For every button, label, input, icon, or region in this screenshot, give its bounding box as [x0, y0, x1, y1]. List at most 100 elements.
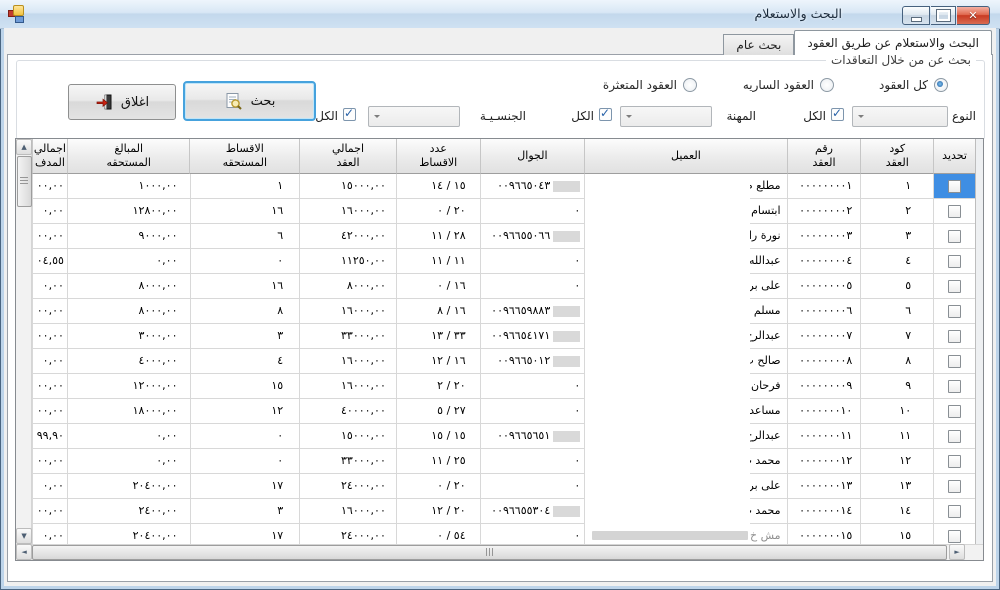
horizontal-scrollbar[interactable]: ◄ ► — [16, 544, 983, 560]
row-checkbox[interactable] — [948, 455, 961, 468]
cell-contract-number: ٠٠٠٠٠٠٠٠٣ — [787, 224, 861, 249]
close-form-button[interactable]: اغلاق — [68, 84, 176, 120]
scroll-right-arrow[interactable]: ► — [949, 544, 965, 560]
row-checkbox[interactable] — [948, 205, 961, 218]
row-checkbox[interactable] — [948, 355, 961, 368]
row-select-cell[interactable] — [933, 524, 975, 544]
cell-mobile: ٠ — [480, 474, 585, 499]
row-select-cell[interactable] — [933, 224, 975, 249]
cell-contract-total: ١٦٠٠٠,٠٠ — [299, 299, 396, 324]
table-row: ١٣ ٠٠٠٠٠٠٠١٣ على بر ٠ ٢٠ / ٠ ٢٤٠٠٠,٠٠ ١٧… — [32, 474, 975, 499]
row-select-cell[interactable] — [933, 499, 975, 524]
tab-general-search[interactable]: بحث عام — [723, 34, 794, 55]
cell-installments-count: ١٦ / ١٢ — [396, 349, 480, 374]
row-checkbox[interactable] — [948, 505, 961, 518]
row-checkbox[interactable] — [948, 330, 961, 343]
cell-contract-code: ١٣ — [860, 474, 933, 499]
cell-due-amounts: ٠,٠٠ — [67, 424, 190, 449]
cell-contract-code: ٢ — [860, 199, 933, 224]
column-header[interactable]: العميل — [584, 139, 786, 174]
column-header[interactable]: كود العقد — [860, 139, 933, 174]
type-combobox[interactable] — [852, 106, 948, 127]
row-select-cell[interactable] — [933, 474, 975, 499]
scroll-up-arrow[interactable]: ▲ — [16, 139, 32, 155]
caption-buttons: ✕ — [902, 6, 990, 25]
row-select-cell[interactable] — [933, 399, 975, 424]
type-all-checkbox[interactable] — [831, 108, 844, 121]
table-row: ١٠ ٠٠٠٠٠٠٠١٠ مساعد ٠ ٢٧ / ٥ ٤٠٠٠٠,٠٠ ١٢ … — [32, 399, 975, 424]
row-checkbox[interactable] — [948, 430, 961, 443]
minimize-button[interactable] — [902, 6, 930, 25]
row-checkbox[interactable] — [948, 255, 961, 268]
table-row: ١٢ ٠٠٠٠٠٠٠١٢ محمد ب ٠ ٢٥ / ١١ ٣٣٠٠٠,٠٠ ٠… — [32, 449, 975, 474]
row-select-cell[interactable] — [933, 299, 975, 324]
row-checkbox[interactable] — [948, 230, 961, 243]
cell-installments-count: ٢٥ / ١١ — [396, 449, 480, 474]
row-checkbox[interactable] — [948, 305, 961, 318]
cell-contract-number: ٠٠٠٠٠٠٠٠٧ — [787, 324, 861, 349]
nationality-combobox[interactable] — [368, 106, 460, 127]
cell-contract-total: ١٦٠٠٠,٠٠ — [299, 349, 396, 374]
tab-strip: البحث والاستعلام عن طريق العقود بحث عام — [723, 30, 992, 55]
row-select-cell[interactable] — [933, 324, 975, 349]
column-header[interactable]: رقم العقد — [787, 139, 861, 174]
radio-defaulted-contracts[interactable]: العقود المتعثرة — [603, 78, 697, 92]
profession-all-checkbox[interactable] — [599, 108, 612, 121]
row-checkbox[interactable] — [948, 405, 961, 418]
cell-contract-code: ٧ — [860, 324, 933, 349]
cell-due-amounts: ١٠٠٠,٠٠ — [67, 174, 190, 199]
column-header[interactable]: تحديد — [933, 139, 975, 174]
column-header[interactable]: المبالغ المستحقه — [67, 139, 190, 174]
window-title: البحث والاستعلام — [755, 6, 842, 21]
chevron-down-icon — [374, 115, 380, 121]
row-checkbox[interactable] — [948, 530, 961, 543]
nationality-all-checkbox[interactable] — [343, 108, 356, 121]
row-select-cell[interactable] — [933, 199, 975, 224]
row-select-cell[interactable] — [933, 374, 975, 399]
scroll-left-arrow[interactable]: ◄ — [16, 544, 32, 560]
cell-installments-count: ١١ / ١١ — [396, 249, 480, 274]
row-select-cell[interactable] — [933, 349, 975, 374]
maximize-button[interactable] — [931, 6, 956, 25]
row-checkbox[interactable] — [948, 380, 961, 393]
vertical-scrollbar[interactable]: ▲ ▼ — [16, 139, 32, 544]
cell-contract-number: ٠٠٠٠٠٠٠١٢ — [787, 449, 861, 474]
row-select-cell[interactable] — [933, 449, 975, 474]
row-select-cell[interactable] — [933, 174, 975, 199]
row-checkbox[interactable] — [948, 480, 961, 493]
row-select-cell[interactable] — [933, 249, 975, 274]
profession-combobox[interactable] — [620, 106, 712, 127]
cell-contract-code: ١ — [860, 174, 933, 199]
row-checkbox[interactable] — [948, 280, 961, 293]
nationality-label: الجنسـيـة — [480, 109, 526, 123]
cell-contract-code: ١٢ — [860, 449, 933, 474]
column-header[interactable]: عدد الاقساط — [396, 139, 480, 174]
cell-due-installments: ٤ — [190, 349, 300, 374]
table-row: ٤ ٠٠٠٠٠٠٠٠٤ عبدالله ٠ ١١ / ١١ ١١٢٥٠,٠٠ ٠… — [32, 249, 975, 274]
cell-contract-total: ٣٣٠٠٠,٠٠ — [299, 324, 396, 349]
search-button[interactable]: بحث — [183, 81, 316, 121]
radio-active-contracts[interactable]: العقود الساريه — [743, 78, 834, 92]
horizontal-scroll-thumb[interactable] — [32, 545, 947, 560]
column-header[interactable]: اجمالي المدف — [32, 139, 67, 174]
cell-contract-number: ٠٠٠٠٠٠٠١١ — [787, 424, 861, 449]
row-select-cell[interactable] — [933, 424, 975, 449]
column-header[interactable]: الجوال — [480, 139, 585, 174]
cell-installments-count: ١٦ / ٨ — [396, 299, 480, 324]
close-button[interactable]: ✕ — [957, 6, 990, 25]
search-document-icon — [224, 92, 243, 111]
column-header[interactable]: اجمالي العقد — [299, 139, 396, 174]
chevron-down-icon — [858, 115, 864, 121]
row-checkbox[interactable] — [948, 180, 961, 193]
privacy-redaction-overlay — [585, 179, 750, 540]
column-header[interactable]: الاقساط المستحقه — [189, 139, 299, 174]
tab-contracts-search[interactable]: البحث والاستعلام عن طريق العقود — [794, 30, 992, 55]
cell-contract-total: ١٥٠٠٠,٠٠ — [299, 424, 396, 449]
vertical-scroll-thumb[interactable] — [17, 156, 32, 207]
row-select-cell[interactable] — [933, 274, 975, 299]
title-bar[interactable]: البحث والاستعلام ✕ — [0, 0, 1000, 29]
radio-all-contracts[interactable]: كل العقود — [879, 78, 948, 92]
scroll-down-arrow[interactable]: ▼ — [16, 528, 32, 544]
type-all-label: الكل — [803, 109, 826, 123]
cell-contract-total: ١١٢٥٠,٠٠ — [299, 249, 396, 274]
